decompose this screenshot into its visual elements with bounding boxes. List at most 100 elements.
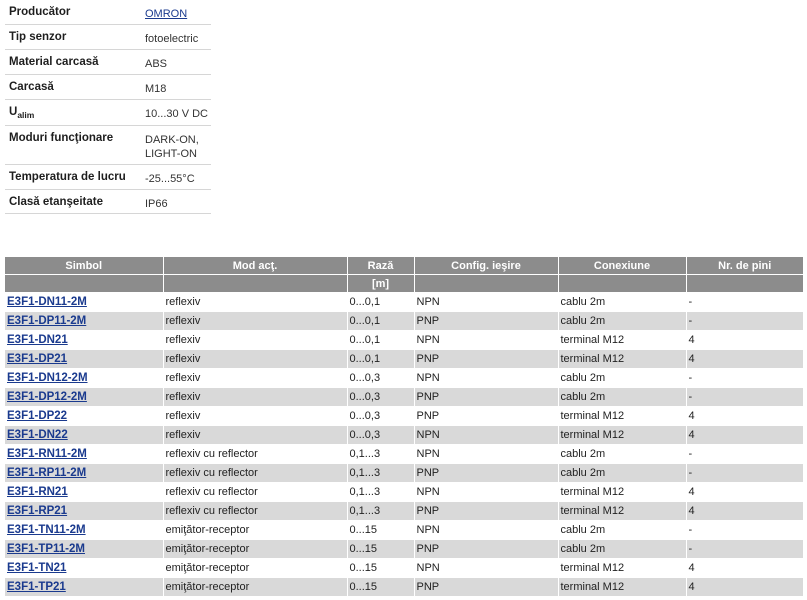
- cell-symbol: E3F1-RN21: [5, 482, 164, 502]
- product-table: Simbol Mod acţ. Rază Config. ieşire Cone…: [5, 257, 803, 596]
- cell-output: PNP: [414, 539, 559, 559]
- product-link[interactable]: E3F1-DN11-2M: [7, 296, 87, 308]
- cell-range: 0,1...3: [347, 444, 415, 464]
- product-link[interactable]: E3F1-DN12-2M: [7, 372, 88, 384]
- cell-connection: terminal M12: [558, 330, 687, 350]
- cell-symbol: E3F1-DP12-2M: [5, 387, 164, 407]
- cell-mode: emiţător-receptor: [163, 539, 348, 559]
- product-table-body: E3F1-DN11-2M reflexiv 0...0,1 NPN cablu 2m - E…: [5, 292, 803, 596]
- cell-output: NPN: [414, 425, 559, 445]
- spec-label: Producător: [5, 0, 141, 25]
- product-link[interactable]: E3F1-DP12-2M: [7, 391, 87, 403]
- cell-pins: 4: [686, 558, 803, 578]
- product-link[interactable]: E3F1-RN11-2M: [7, 448, 87, 460]
- product-link[interactable]: E3F1-RP11-2M: [7, 467, 86, 479]
- spec-value: M18: [141, 74, 211, 100]
- cell-symbol: E3F1-TN21: [5, 558, 164, 578]
- product-link[interactable]: E3F1-RN21: [7, 486, 68, 498]
- table-row: E3F1-DN21 reflexiv 0...0,1 NPN terminal M12 4: [5, 330, 803, 350]
- cell-symbol: E3F1-DN11-2M: [5, 292, 164, 312]
- spec-label: Temperatura de lucru: [5, 164, 141, 190]
- product-link[interactable]: E3F1-DN22: [7, 429, 68, 441]
- cell-range: 0...15: [347, 577, 415, 596]
- table-row: E3F1-DN22 reflexiv 0...0,3 NPN terminal M12 4: [5, 425, 803, 445]
- cell-pins: 4: [686, 501, 803, 521]
- table-header-row: Simbol Mod acţ. Rază Config. ieşire Cone…: [5, 257, 803, 275]
- cell-mode: reflexiv cu reflector: [163, 463, 348, 483]
- spec-table: Producător OMRON Tip senzor fotoelectric…: [5, 0, 211, 214]
- cell-pins: 4: [686, 482, 803, 502]
- product-link[interactable]: E3F1-TP21: [7, 581, 66, 593]
- cell-mode: emiţător-receptor: [163, 558, 348, 578]
- product-link[interactable]: E3F1-TN11-2M: [7, 524, 86, 536]
- cell-mode: reflexiv: [163, 425, 348, 445]
- cell-pins: 4: [686, 406, 803, 426]
- cell-range: 0...0,3: [347, 368, 415, 388]
- cell-output: PNP: [414, 406, 559, 426]
- cell-mode: reflexiv: [163, 292, 348, 312]
- header-output: Config. ieşire: [414, 257, 559, 275]
- cell-mode: reflexiv cu reflector: [163, 444, 348, 464]
- header-symbol: Simbol: [5, 257, 164, 275]
- product-link[interactable]: E3F1-DP21: [7, 353, 67, 365]
- cell-output: NPN: [414, 444, 559, 464]
- spec-label: Moduri funcţionare: [5, 125, 141, 165]
- spec-row-moduri: Moduri funcţionare DARK-ON, LIGHT-ON: [5, 125, 211, 165]
- cell-pins: -: [686, 444, 803, 464]
- cell-mode: emiţător-receptor: [163, 577, 348, 596]
- cell-range: 0...0,1: [347, 311, 415, 331]
- product-link[interactable]: E3F1-TN21: [7, 562, 66, 574]
- cell-connection: terminal M12: [558, 482, 687, 502]
- cell-range: 0...15: [347, 539, 415, 559]
- units-cell: [163, 274, 348, 293]
- cell-symbol: E3F1-DN12-2M: [5, 368, 164, 388]
- cell-pins: -: [686, 387, 803, 407]
- spec-row-material: Material carcasă ABS: [5, 49, 211, 75]
- cell-pins: -: [686, 539, 803, 559]
- spec-value-line: DARK-ON,: [145, 133, 199, 146]
- cell-range: 0...0,1: [347, 330, 415, 350]
- cell-output: NPN: [414, 368, 559, 388]
- cell-mode: reflexiv cu reflector: [163, 501, 348, 521]
- spec-label: Tip senzor: [5, 24, 141, 50]
- table-row: E3F1-TP11-2M emiţător-receptor 0...15 PNP ca…: [5, 539, 803, 559]
- product-link[interactable]: E3F1-DN21: [7, 334, 68, 346]
- cell-pins: 4: [686, 349, 803, 369]
- cell-output: PNP: [414, 311, 559, 331]
- spec-value: ABS: [141, 49, 211, 75]
- product-link[interactable]: E3F1-DP22: [7, 410, 67, 422]
- cell-mode: reflexiv: [163, 330, 348, 350]
- cell-symbol: E3F1-TP11-2M: [5, 539, 164, 559]
- cell-connection: terminal M12: [558, 577, 687, 596]
- table-row: E3F1-TP21 emiţător-receptor 0...15 PNP termi…: [5, 577, 803, 596]
- table-row: E3F1-TN21 emiţător-receptor 0...15 NPN termi…: [5, 558, 803, 578]
- spec-row-temperatura: Temperatura de lucru -25...55°C: [5, 164, 211, 190]
- table-row: E3F1-TN11-2M emiţător-receptor 0...15 NPN ca…: [5, 520, 803, 540]
- spec-label: Ualim: [5, 99, 141, 126]
- cell-output: PNP: [414, 577, 559, 596]
- cell-mode: emiţător-receptor: [163, 520, 348, 540]
- spec-value: OMRON: [141, 0, 211, 25]
- spec-row-carcasa: Carcasă M18: [5, 74, 211, 100]
- product-link[interactable]: E3F1-TP11-2M: [7, 543, 85, 555]
- table-row: E3F1-DP21 reflexiv 0...0,1 PNP terminal M12 4: [5, 349, 803, 369]
- cell-output: NPN: [414, 558, 559, 578]
- header-range: Rază: [347, 257, 415, 275]
- cell-connection: cablu 2m: [558, 463, 687, 483]
- cell-symbol: E3F1-TP21: [5, 577, 164, 596]
- product-link[interactable]: E3F1-RP21: [7, 505, 67, 517]
- cell-mode: reflexiv: [163, 311, 348, 331]
- manufacturer-link[interactable]: OMRON: [145, 8, 187, 20]
- cell-range: 0,1...3: [347, 501, 415, 521]
- cell-mode: reflexiv: [163, 387, 348, 407]
- spec-value: DARK-ON, LIGHT-ON: [141, 125, 211, 165]
- cell-pins: -: [686, 520, 803, 540]
- product-link[interactable]: E3F1-DP11-2M: [7, 315, 86, 327]
- cell-symbol: E3F1-RN11-2M: [5, 444, 164, 464]
- cell-connection: cablu 2m: [558, 368, 687, 388]
- spec-row-clasa: Clasă etanşeitate IP66: [5, 189, 211, 214]
- cell-range: 0,1...3: [347, 463, 415, 483]
- header-range-unit: [m]: [347, 274, 415, 293]
- table-row: E3F1-DP22 reflexiv 0...0,3 PNP terminal M12 4: [5, 406, 803, 426]
- cell-pins: 4: [686, 425, 803, 445]
